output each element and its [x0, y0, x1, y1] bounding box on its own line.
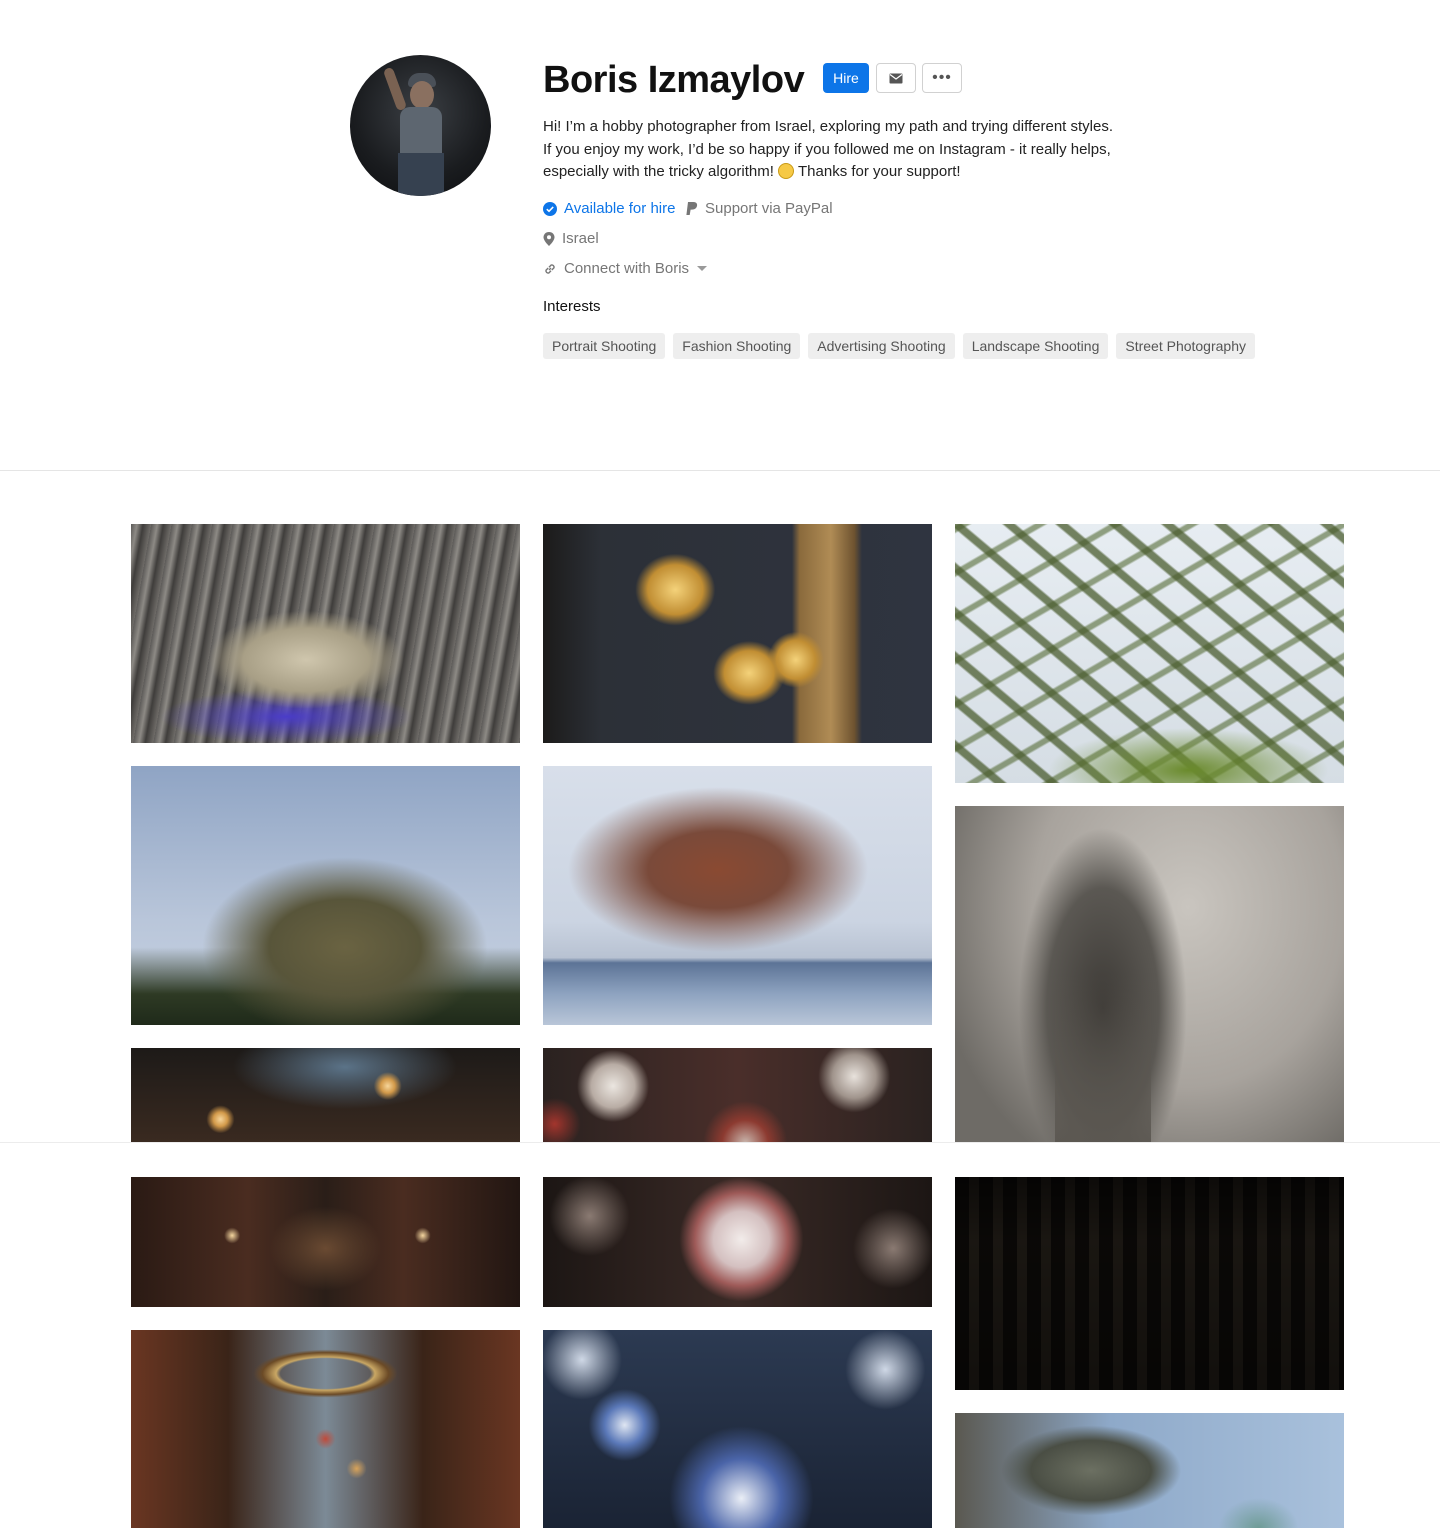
- photo-snow-globe-ornament[interactable]: [543, 1177, 932, 1307]
- chevron-down-icon: [697, 266, 708, 271]
- available-for-hire-label: Available for hire: [564, 200, 676, 217]
- photo-old-building[interactable]: [955, 1177, 1344, 1390]
- link-icon: [545, 263, 555, 274]
- photo-arcade-wreath[interactable]: [131, 1330, 520, 1528]
- location-label: Israel: [562, 230, 599, 247]
- available-for-hire-link[interactable]: Available for hire: [543, 200, 675, 217]
- mail-icon: [889, 73, 903, 83]
- photo-vw-beetle[interactable]: [131, 524, 520, 743]
- hire-button[interactable]: Hire: [823, 63, 869, 93]
- section-divider: [0, 470, 1440, 471]
- grin-emoji-icon: [778, 163, 795, 179]
- photo-mossy-tree[interactable]: [955, 524, 1344, 783]
- paypal-label: Support via PayPal: [705, 200, 833, 217]
- location-pin-icon: [543, 231, 555, 246]
- ellipsis-icon: •••: [932, 69, 952, 86]
- paypal-icon: [686, 201, 698, 215]
- more-options-button[interactable]: •••: [922, 63, 962, 93]
- photo-willow-lake[interactable]: [543, 766, 932, 1025]
- profile-bio: Hi! I’m a hobby photographer from Israel…: [543, 116, 1113, 184]
- photo-blue-ornaments[interactable]: [543, 1330, 932, 1528]
- location: Israel: [543, 230, 599, 247]
- photo-arcade-corridor[interactable]: [131, 1177, 520, 1307]
- interest-tag[interactable]: Portrait Shooting: [543, 333, 666, 359]
- photo-foggy-spire[interactable]: [955, 806, 1344, 1143]
- interest-tag[interactable]: Landscape Shooting: [962, 333, 1109, 359]
- profile-name: Boris Izmaylov: [543, 59, 805, 101]
- check-badge-icon: [543, 201, 557, 216]
- interest-tag[interactable]: Street Photography: [1116, 333, 1255, 359]
- photo-ornaments-red[interactable]: [543, 1048, 932, 1143]
- interests-tags: Portrait Shooting Fashion Shooting Adver…: [543, 333, 1255, 359]
- scroll-seam: [0, 1143, 1440, 1177]
- photo-lamp-shades[interactable]: [543, 524, 932, 743]
- avatar[interactable]: [350, 55, 491, 196]
- bio-thanks-text: Thanks for your support!: [798, 163, 961, 180]
- photo-willow-tree[interactable]: [131, 766, 520, 1025]
- profile-header: Boris Izmaylov Hire ••• Hi! I’m a hobby …: [0, 0, 1440, 471]
- connect-label: Connect with Boris: [564, 260, 690, 277]
- paypal-support-link[interactable]: Support via PayPal: [685, 200, 833, 217]
- photo-gargoyle-statue[interactable]: [955, 1413, 1344, 1528]
- interest-tag[interactable]: Advertising Shooting: [808, 333, 955, 359]
- message-button[interactable]: [876, 63, 916, 93]
- interest-tag[interactable]: Fashion Shooting: [673, 333, 801, 359]
- interests-heading: Interests: [543, 298, 601, 315]
- connect-dropdown[interactable]: Connect with Boris: [543, 260, 708, 277]
- photo-arcade-lights[interactable]: [131, 1048, 520, 1143]
